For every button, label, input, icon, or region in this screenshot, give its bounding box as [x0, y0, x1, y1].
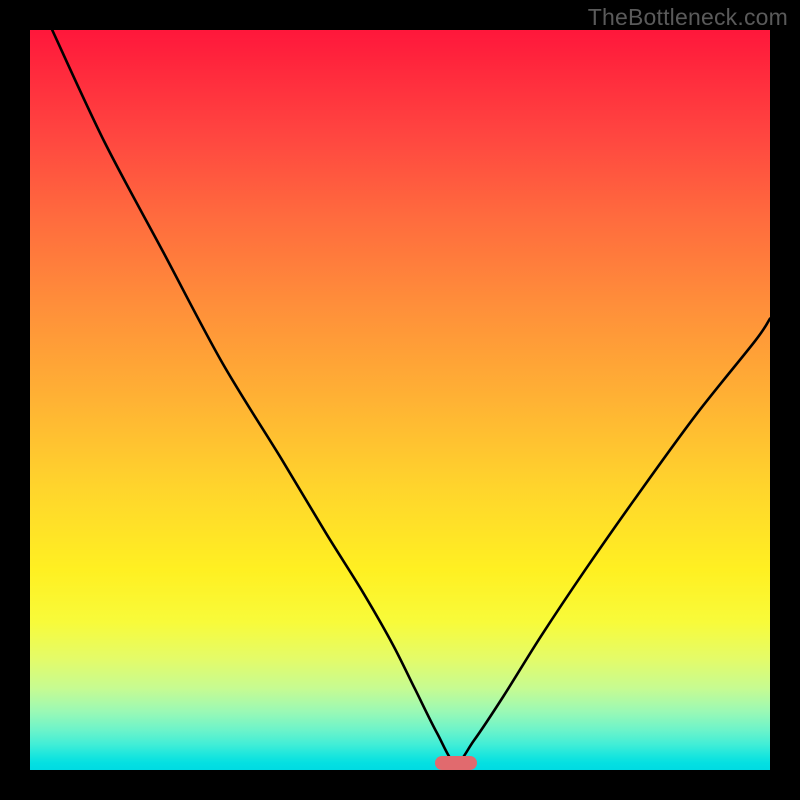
- plot-area: [30, 30, 770, 770]
- watermark-text: TheBottleneck.com: [588, 4, 788, 31]
- optimal-marker: [435, 756, 477, 770]
- bottleneck-curve: [52, 30, 770, 763]
- chart-container: TheBottleneck.com: [0, 0, 800, 800]
- curve-svg: [30, 30, 770, 770]
